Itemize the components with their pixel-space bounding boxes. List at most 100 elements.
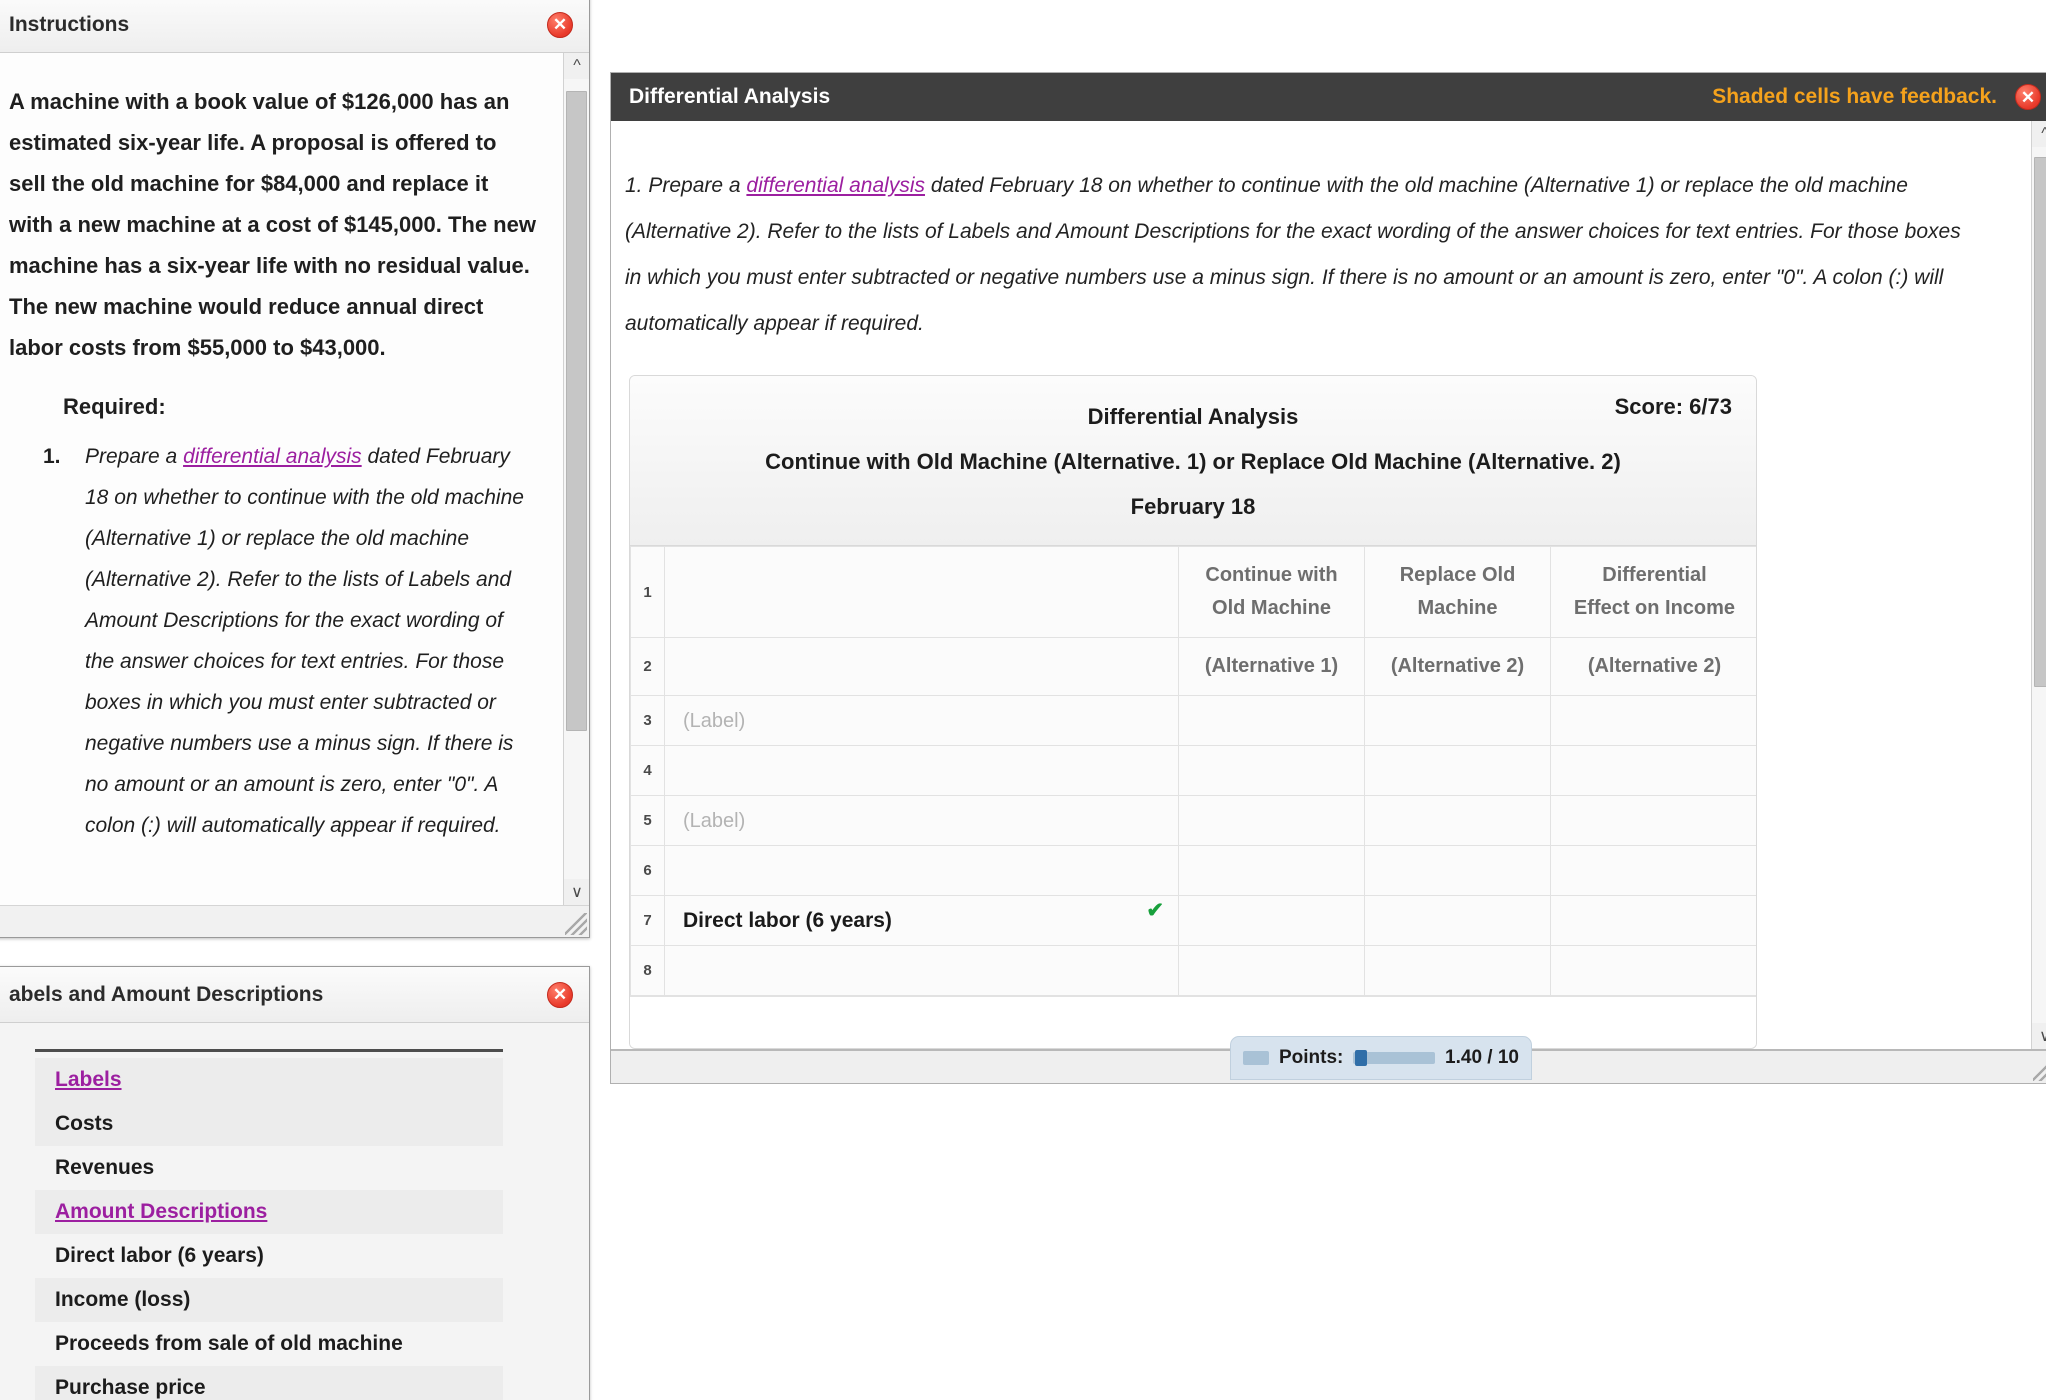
analysis-scroll-track[interactable] bbox=[2032, 147, 2046, 1023]
row-description-cell[interactable]: (Label) bbox=[664, 795, 1179, 846]
list-item[interactable]: Labels bbox=[35, 1058, 503, 1102]
worksheet-heading-line-2: Continue with Old Machine (Alternative. … bbox=[765, 449, 1621, 474]
row-number: 2 bbox=[630, 637, 665, 696]
labels-body: Labels Costs Revenues Amount Description… bbox=[0, 1023, 589, 1400]
amount-cell[interactable] bbox=[1550, 895, 1756, 946]
amount-cell[interactable] bbox=[1364, 945, 1551, 996]
list-item[interactable]: Purchase price bbox=[35, 1366, 503, 1400]
amount-cell[interactable] bbox=[1364, 745, 1551, 796]
differential-analysis-link[interactable]: differential analysis bbox=[183, 445, 362, 468]
labels-title-text: abels and Amount Descriptions bbox=[9, 982, 324, 1006]
list-item-label: Revenues bbox=[55, 1156, 155, 1179]
analysis-scroll-thumb[interactable] bbox=[2034, 157, 2046, 687]
close-icon[interactable]: ✕ bbox=[547, 11, 573, 38]
list-item-label: Direct labor (6 years) bbox=[55, 1244, 264, 1267]
labels-section-header: Labels bbox=[55, 1068, 122, 1091]
analysis-vertical-scrollbar[interactable]: ^ ∨ bbox=[2031, 121, 2046, 1049]
amount-cell[interactable] bbox=[1550, 945, 1756, 996]
amount-cell[interactable] bbox=[1364, 845, 1551, 896]
worksheet-footer bbox=[630, 996, 1756, 1048]
chevron-down-icon[interactable]: ∨ bbox=[564, 879, 589, 905]
amount-cell[interactable] bbox=[1550, 695, 1756, 746]
chevron-up-icon[interactable]: ^ bbox=[564, 53, 589, 79]
amount-cell[interactable] bbox=[1178, 795, 1365, 846]
required-item-post-text: dated February 18 on whether to continue… bbox=[85, 445, 524, 837]
column-header-line-1: Replace Old bbox=[1399, 564, 1516, 586]
column-header-line-2: Effect on Income bbox=[1573, 597, 1736, 619]
column-subheader-alternative-2: (Alternative 2) bbox=[1364, 637, 1551, 696]
amount-cell[interactable] bbox=[1550, 745, 1756, 796]
score-badge: Score: 6/73 bbox=[1614, 394, 1732, 419]
resize-grip-icon[interactable] bbox=[565, 913, 587, 935]
list-item-label: Proceeds from sale of old machine bbox=[55, 1332, 403, 1355]
amount-cell[interactable] bbox=[1178, 945, 1365, 996]
column-header-line-1: Continue with bbox=[1205, 564, 1338, 586]
column-subheader-alternative-2-diff: (Alternative 2) bbox=[1550, 637, 1756, 696]
list-item[interactable]: Proceeds from sale of old machine bbox=[35, 1322, 503, 1366]
amount-cell[interactable] bbox=[1364, 795, 1551, 846]
chevron-down-icon[interactable]: ∨ bbox=[2032, 1023, 2046, 1049]
worksheet-header: Score: 6/73 Differential Analysis Contin… bbox=[630, 376, 1756, 546]
column-header-continue-old-machine: Continue with Old Machine bbox=[1178, 546, 1365, 638]
instructions-title-bar[interactable]: Instructions ✕ bbox=[0, 0, 589, 53]
table-row: 3 (Label) bbox=[630, 695, 1756, 746]
row-description-cell[interactable]: Direct labor (6 years) ✔ bbox=[664, 895, 1179, 946]
row-number: 7 bbox=[630, 895, 665, 946]
amount-cell[interactable] bbox=[1550, 795, 1756, 846]
row-description-cell[interactable] bbox=[664, 637, 1179, 696]
analysis-title-bar[interactable]: Differential Analysis Shaded cells have … bbox=[611, 73, 2046, 121]
list-item[interactable]: Direct labor (6 years) bbox=[35, 1234, 503, 1278]
amount-cell[interactable] bbox=[1550, 845, 1756, 896]
worksheet-grid: 1 Continue with Old Machine Replace Old … bbox=[630, 546, 1756, 996]
amount-cell[interactable] bbox=[1178, 845, 1365, 896]
list-item[interactable]: Revenues bbox=[35, 1146, 503, 1190]
table-row: 4 bbox=[630, 745, 1756, 796]
close-icon[interactable]: ✕ bbox=[547, 981, 573, 1008]
differential-analysis-worksheet: Score: 6/73 Differential Analysis Contin… bbox=[629, 375, 1757, 1049]
instructions-paragraph: A machine with a book value of $126,000 … bbox=[9, 89, 536, 360]
row-description-cell[interactable] bbox=[664, 845, 1179, 896]
instructions-window: Instructions ✕ A machine with a book val… bbox=[0, 0, 590, 938]
analysis-title-text: Differential Analysis bbox=[629, 85, 831, 108]
list-item[interactable]: Costs bbox=[35, 1102, 503, 1146]
column-header-line-1: Differential bbox=[1602, 564, 1707, 586]
row-description-cell[interactable]: (Label) bbox=[664, 695, 1179, 746]
labels-list: Labels Costs Revenues Amount Description… bbox=[0, 1023, 589, 1400]
instructions-scroll-track[interactable] bbox=[564, 79, 589, 879]
labels-title-bar[interactable]: abels and Amount Descriptions ✕ bbox=[0, 967, 589, 1023]
label-placeholder: (Label) bbox=[683, 809, 746, 832]
points-indicator[interactable]: Points: 1.40 / 10 bbox=[1230, 1036, 1532, 1080]
amount-cell[interactable] bbox=[1178, 745, 1365, 796]
points-progress-knob[interactable] bbox=[1355, 1050, 1368, 1066]
table-row: 2 (Alternative 1) (Alternative 2) (Alter… bbox=[630, 637, 1756, 696]
points-progress-bar[interactable] bbox=[1353, 1050, 1436, 1066]
instructions-footer bbox=[0, 905, 589, 937]
row-description-cell[interactable] bbox=[664, 945, 1179, 996]
list-item-label: Purchase price bbox=[55, 1376, 206, 1399]
differential-analysis-link[interactable]: differential analysis bbox=[746, 174, 925, 197]
resize-grip-icon[interactable] bbox=[2033, 1059, 2046, 1081]
chevron-up-icon[interactable]: ^ bbox=[2032, 121, 2046, 147]
labels-section-header: Amount Descriptions bbox=[55, 1200, 268, 1223]
required-list-item: 1. Prepare a differential analysis dated … bbox=[43, 436, 537, 846]
row-description-cell[interactable] bbox=[664, 546, 1179, 638]
list-item[interactable]: Amount Descriptions bbox=[35, 1190, 503, 1234]
amount-cell[interactable] bbox=[1364, 695, 1551, 746]
check-mark-icon: ✔ bbox=[1146, 899, 1164, 922]
required-heading: Required: bbox=[63, 394, 166, 419]
instructions-scroll-thumb[interactable] bbox=[566, 91, 587, 731]
amount-cell[interactable] bbox=[1178, 695, 1365, 746]
list-item[interactable]: Income (loss) bbox=[35, 1278, 503, 1322]
amount-cell[interactable] bbox=[1178, 895, 1365, 946]
row-description-cell[interactable] bbox=[664, 745, 1179, 796]
instructions-vertical-scrollbar[interactable]: ^ ∨ bbox=[563, 53, 589, 905]
row-number: 3 bbox=[630, 695, 665, 746]
analysis-body: 1. Prepare a differential analysis dated… bbox=[611, 121, 2046, 1049]
table-row: 7 Direct labor (6 years) ✔ bbox=[630, 895, 1756, 946]
close-icon[interactable]: ✕ bbox=[2015, 84, 2041, 110]
instructions-scroll-area: A machine with a book value of $126,000 … bbox=[0, 53, 563, 905]
required-item-number: 1. bbox=[43, 445, 61, 468]
column-header-replace-old-machine: Replace Old Machine bbox=[1364, 546, 1551, 638]
column-subheader-alternative-1: (Alternative 1) bbox=[1178, 637, 1365, 696]
amount-cell[interactable] bbox=[1364, 895, 1551, 946]
